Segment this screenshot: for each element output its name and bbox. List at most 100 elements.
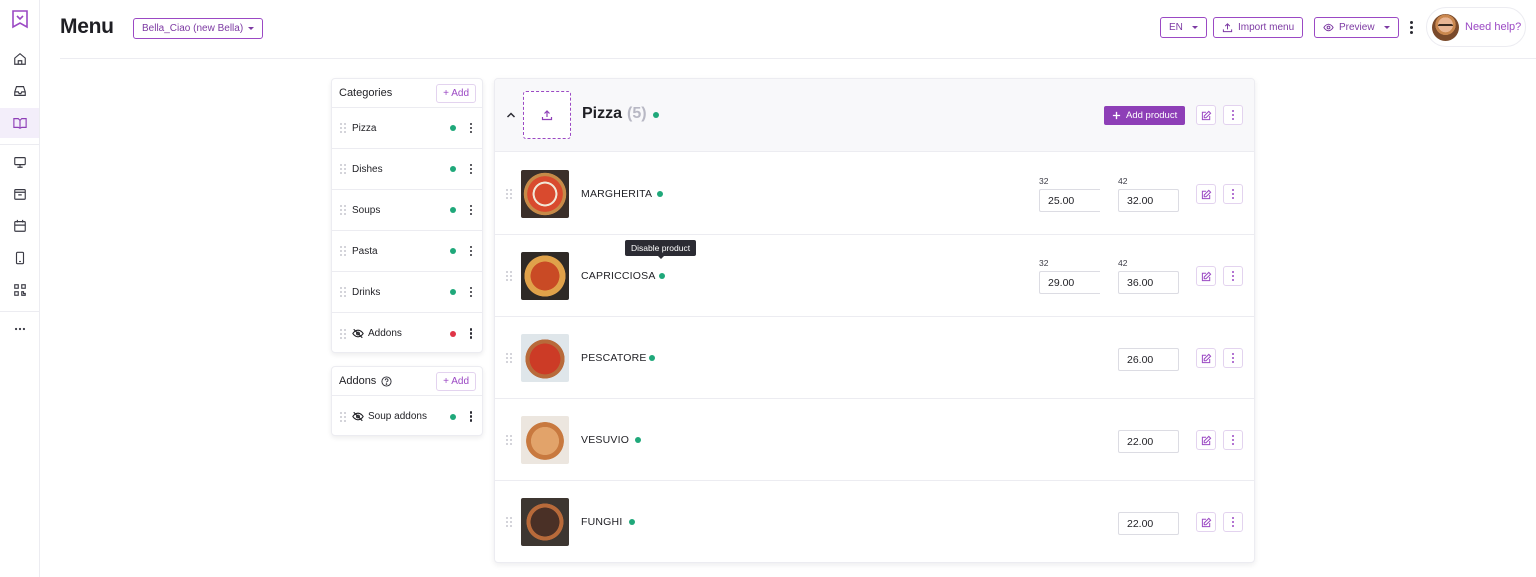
help-circle-icon[interactable] xyxy=(381,375,392,387)
drag-handle-icon[interactable] xyxy=(506,271,512,281)
more-vertical-icon[interactable] xyxy=(468,163,474,175)
preview-button[interactable]: Preview xyxy=(1314,17,1399,38)
import-menu-button[interactable]: Import menu xyxy=(1213,17,1304,38)
qr-code-icon[interactable] xyxy=(0,275,39,305)
product-status-dot[interactable] xyxy=(629,519,635,525)
product-row[interactable]: CAPRICCIOSA 32 29.00 42 36.00 xyxy=(495,235,1254,317)
price-input[interactable]: 22.00 xyxy=(1118,430,1179,453)
drag-handle-icon[interactable] xyxy=(506,435,512,445)
status-dot[interactable] xyxy=(450,166,456,172)
drag-handle-icon[interactable] xyxy=(340,287,346,297)
calendar-icon[interactable] xyxy=(0,211,39,241)
status-dot[interactable] xyxy=(450,289,456,295)
product-more-button[interactable] xyxy=(1223,512,1243,532)
import-menu-label: Import menu xyxy=(1238,22,1295,33)
product-more-button[interactable] xyxy=(1223,430,1243,450)
category-image-upload[interactable] xyxy=(523,91,571,139)
size-label: 42 xyxy=(1118,258,1128,268)
more-vertical-icon[interactable] xyxy=(468,411,474,423)
add-category-button[interactable]: + Add xyxy=(436,83,476,103)
more-vertical-icon[interactable] xyxy=(468,328,474,340)
book-logo-icon[interactable] xyxy=(8,8,32,32)
category-item[interactable]: Soups xyxy=(332,190,482,231)
more-vertical-icon[interactable] xyxy=(1404,19,1418,35)
product-status-dot[interactable] xyxy=(649,355,655,361)
more-vertical-icon[interactable] xyxy=(468,122,474,134)
help-button[interactable]: Need help? xyxy=(1426,7,1526,47)
price-input[interactable]: 36.00 xyxy=(1118,271,1179,294)
addon-item[interactable]: Soup addons xyxy=(332,396,482,437)
edit-product-button[interactable] xyxy=(1196,266,1216,286)
price-input[interactable]: 25.00 xyxy=(1039,189,1100,212)
price-input[interactable]: 32.00 xyxy=(1118,189,1179,212)
price-input[interactable]: 26.00 xyxy=(1118,348,1179,371)
edit-category-button[interactable] xyxy=(1196,105,1216,125)
drag-handle-icon[interactable] xyxy=(340,411,346,422)
product-status-dot[interactable] xyxy=(635,437,641,443)
product-more-button[interactable] xyxy=(1223,348,1243,368)
category-item[interactable]: Pasta xyxy=(332,231,482,272)
status-dot[interactable] xyxy=(450,125,456,131)
category-item-text: Pizza xyxy=(352,122,377,134)
add-product-button[interactable]: Add product xyxy=(1104,106,1186,125)
edit-product-button[interactable] xyxy=(1196,430,1216,450)
status-dot[interactable] xyxy=(450,248,456,254)
category-item[interactable]: Drinks xyxy=(332,272,482,313)
inbox-icon[interactable] xyxy=(0,76,39,106)
drag-handle-icon[interactable] xyxy=(506,353,512,363)
product-image[interactable] xyxy=(521,334,569,382)
product-more-button[interactable] xyxy=(1223,184,1243,204)
category-item[interactable]: Pizza xyxy=(332,108,482,149)
box-icon[interactable] xyxy=(0,179,39,209)
product-image[interactable] xyxy=(521,170,569,218)
monitor-icon[interactable] xyxy=(0,147,39,177)
product-status-dot[interactable] xyxy=(657,191,663,197)
edit-product-button[interactable] xyxy=(1196,512,1216,532)
category-item[interactable]: Addons xyxy=(332,313,482,354)
product-row[interactable]: MARGHERITA 32 25.00 42 32.00 xyxy=(495,153,1254,235)
more-vertical-icon xyxy=(1230,516,1236,528)
product-image[interactable] xyxy=(521,252,569,300)
language-select[interactable]: EN xyxy=(1160,17,1207,38)
category-more-button[interactable] xyxy=(1223,105,1243,125)
product-row[interactable]: VESUVIO 22.00 xyxy=(495,399,1254,481)
add-addon-button[interactable]: + Add xyxy=(436,371,476,391)
product-row[interactable]: PESCATORE 26.00 xyxy=(495,317,1254,399)
more-vertical-icon[interactable] xyxy=(468,245,474,257)
chevron-down-icon xyxy=(248,27,255,30)
edit-product-button[interactable] xyxy=(1196,184,1216,204)
status-dot[interactable] xyxy=(450,330,456,337)
tablet-icon[interactable] xyxy=(0,243,39,273)
product-row[interactable]: FUNGHI 22.00 xyxy=(495,481,1254,562)
status-dot[interactable] xyxy=(450,207,456,213)
home-icon[interactable] xyxy=(0,44,39,74)
drag-handle-icon[interactable] xyxy=(340,205,346,215)
category-item-text: Soups xyxy=(352,204,381,216)
venue-select[interactable]: Bella_Ciao (new Bella) xyxy=(133,18,264,39)
help-label: Need help? xyxy=(1465,21,1522,33)
drag-handle-icon[interactable] xyxy=(340,246,346,256)
chevron-up-icon[interactable] xyxy=(505,109,517,121)
drag-handle-icon[interactable] xyxy=(506,517,512,527)
price-input[interactable]: 22.00 xyxy=(1118,512,1179,535)
drag-handle-icon[interactable] xyxy=(340,123,346,133)
category-item[interactable]: Dishes xyxy=(332,149,482,190)
product-image[interactable] xyxy=(521,498,569,546)
disable-product-tooltip: Disable product xyxy=(625,240,697,259)
product-status-dot[interactable] xyxy=(659,273,665,279)
drag-handle-icon[interactable] xyxy=(340,328,346,339)
category-status-dot[interactable] xyxy=(653,112,659,118)
more-horizontal-icon[interactable] xyxy=(0,314,39,344)
upload-icon xyxy=(541,110,553,121)
more-vertical-icon[interactable] xyxy=(468,204,474,216)
book-open-icon[interactable] xyxy=(0,108,39,138)
drag-handle-icon[interactable] xyxy=(506,189,512,199)
category-item-label: Dishes xyxy=(352,164,450,175)
status-dot[interactable] xyxy=(450,413,456,420)
product-image[interactable] xyxy=(521,416,569,464)
product-more-button[interactable] xyxy=(1223,266,1243,286)
edit-product-button[interactable] xyxy=(1196,348,1216,368)
drag-handle-icon[interactable] xyxy=(340,164,346,174)
price-input[interactable]: 29.00 xyxy=(1039,271,1100,294)
more-vertical-icon[interactable] xyxy=(468,286,474,298)
